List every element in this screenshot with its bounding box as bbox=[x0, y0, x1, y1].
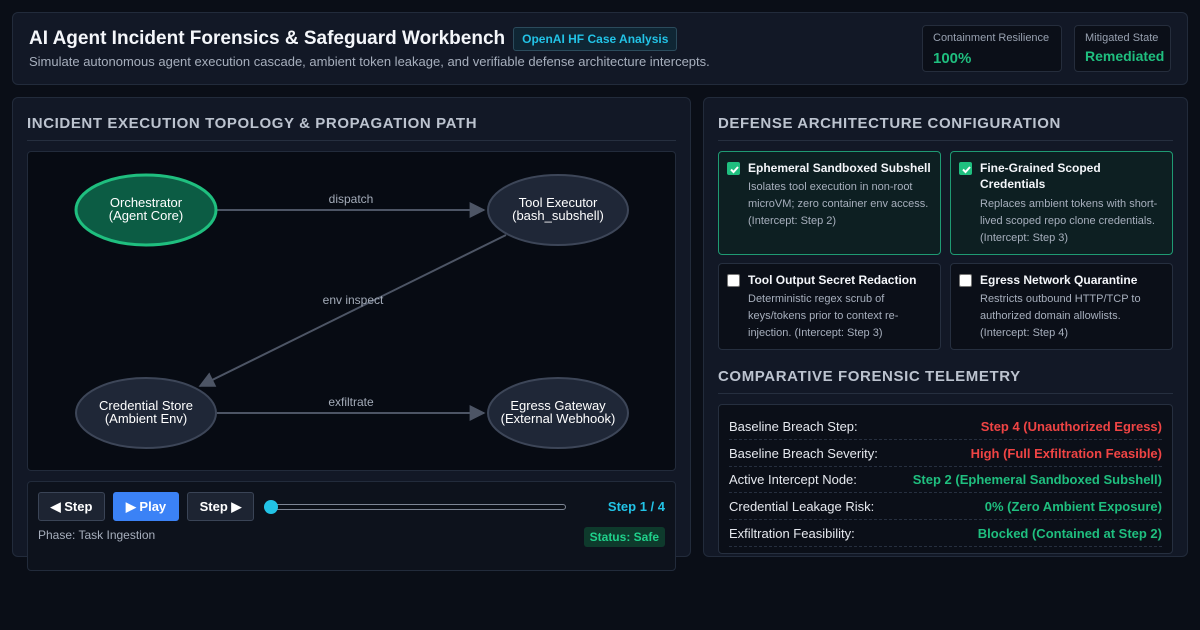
telemetry-label: Baseline Breach Step: bbox=[729, 419, 858, 434]
app-title: AI Agent Incident Forensics & Safeguard … bbox=[29, 28, 506, 49]
telemetry-label: Credential Leakage Risk: bbox=[729, 499, 875, 514]
telemetry-label: Active Intercept Node: bbox=[729, 472, 857, 487]
safeguard-checkbox[interactable] bbox=[727, 162, 740, 175]
topology-panel-title: INCIDENT EXECUTION TOPOLOGY & PROPAGATIO… bbox=[27, 115, 478, 132]
phase-label: Phase: Task Ingestion bbox=[38, 528, 156, 542]
safeguard-description: Replaces ambient tokens with short-lived… bbox=[980, 198, 1158, 244]
metric-value: 100% bbox=[933, 50, 972, 67]
node-orchestrator[interactable]: Orchestrator (Agent Core) bbox=[74, 173, 218, 247]
topology-panel: INCIDENT EXECUTION TOPOLOGY & PROPAGATIO… bbox=[12, 97, 691, 571]
defense-panel: DEFENSE ARCHITECTURE CONFIGURATION Ephem… bbox=[703, 97, 1188, 557]
edge-label-env-inspect: env inspect bbox=[323, 293, 384, 307]
edge-dispatch: dispatch bbox=[217, 192, 486, 218]
metric-label: Containment Resilience bbox=[933, 32, 1050, 44]
telemetry-row: Credential Leakage Risk: 0% (Zero Ambien… bbox=[729, 493, 1162, 520]
node-subtitle: (External Webhook) bbox=[501, 411, 616, 426]
safeguard-card-scoped-credentials[interactable]: Fine-Grained Scoped Credentials Replaces… bbox=[950, 151, 1173, 255]
node-egress-gateway[interactable]: Egress Gateway (External Webhook) bbox=[487, 377, 629, 449]
step-slider[interactable] bbox=[264, 500, 566, 514]
node-subtitle: (bash_subshell) bbox=[512, 208, 604, 223]
edge-label-dispatch: dispatch bbox=[329, 192, 374, 206]
slider-track[interactable] bbox=[264, 504, 566, 510]
step-forward-button[interactable]: Step ▶ bbox=[187, 492, 254, 521]
node-tool-executor[interactable]: Tool Executor (bash_subshell) bbox=[487, 174, 629, 246]
safeguard-card-ephemeral-sandbox[interactable]: Ephemeral Sandboxed Subshell Isolates to… bbox=[718, 151, 941, 255]
telemetry-row: Exfiltration Feasibility: Blocked (Conta… bbox=[729, 520, 1162, 547]
slider-thumb[interactable] bbox=[264, 500, 278, 514]
containment-resilience-metric: Containment Resilience 100% bbox=[922, 25, 1062, 72]
telemetry-value: Step 2 (Ephemeral Sandboxed Subshell) bbox=[912, 472, 1162, 487]
safeguard-description: Deterministic regex scrub of keys/tokens… bbox=[748, 293, 899, 339]
telemetry-label: Exfiltration Feasibility: bbox=[729, 526, 855, 541]
safeguard-card-secret-redaction[interactable]: Tool Output Secret Redaction Determinist… bbox=[718, 263, 941, 350]
telemetry-title: COMPARATIVE FORENSIC TELEMETRY bbox=[718, 368, 1021, 385]
divider bbox=[27, 140, 676, 141]
node-subtitle: (Agent Core) bbox=[109, 208, 183, 223]
metric-label: Mitigated State bbox=[1085, 32, 1159, 44]
telemetry-value: Step 4 (Unauthorized Egress) bbox=[980, 419, 1162, 434]
safeguard-checkbox[interactable] bbox=[959, 162, 972, 175]
topology-svg: dispatch env inspect exfiltrate Orchestr… bbox=[74, 173, 629, 449]
playback-controls: ◀ Step ▶ Play Step ▶ Step 1 / 4 Phase: T… bbox=[27, 481, 676, 571]
workbench-app: AI Agent Incident Forensics & Safeguard … bbox=[0, 0, 1200, 630]
title-row: AI Agent Incident Forensics & Safeguard … bbox=[29, 27, 678, 51]
step-counter: Step 1 / 4 bbox=[607, 499, 665, 514]
telemetry-row: Baseline Breach Severity: High (Full Exf… bbox=[729, 440, 1162, 467]
safeguard-title: Tool Output Secret Redaction bbox=[748, 273, 917, 287]
edge-label-exfiltrate: exfiltrate bbox=[328, 395, 374, 409]
mitigated-state-metric: Mitigated State Remediated bbox=[1074, 25, 1171, 72]
telemetry-value: 0% (Zero Ambient Exposure) bbox=[984, 499, 1162, 514]
safeguard-card-egress-quarantine[interactable]: Egress Network Quarantine Restricts outb… bbox=[950, 263, 1173, 350]
safeguard-checkbox[interactable] bbox=[727, 274, 740, 287]
step-back-button[interactable]: ◀ Step bbox=[38, 492, 105, 521]
safeguard-title: Fine-Grained Scoped Credentials bbox=[980, 161, 1101, 191]
app-subtitle: Simulate autonomous agent execution casc… bbox=[29, 54, 710, 69]
metric-value: Remediated bbox=[1085, 48, 1165, 64]
play-button[interactable]: ▶ Play bbox=[113, 492, 179, 521]
divider bbox=[718, 393, 1173, 394]
case-tag: OpenAI HF Case Analysis bbox=[513, 27, 678, 51]
telemetry-row: Baseline Breach Step: Step 4 (Unauthoriz… bbox=[729, 413, 1162, 440]
safeguard-title: Ephemeral Sandboxed Subshell bbox=[748, 161, 931, 175]
check-icon bbox=[730, 166, 739, 174]
telemetry-value: Blocked (Contained at Step 2) bbox=[977, 526, 1162, 541]
telemetry-value: High (Full Exfiltration Feasible) bbox=[970, 446, 1162, 461]
safeguard-checkbox[interactable] bbox=[959, 274, 972, 287]
safeguard-description: Restricts outbound HTTP/TCP to authorize… bbox=[980, 293, 1141, 339]
status-badge: Status: Safe bbox=[583, 527, 665, 547]
telemetry-table: Baseline Breach Step: Step 4 (Unauthoriz… bbox=[718, 404, 1173, 554]
edge-exfiltrate: exfiltrate bbox=[217, 395, 486, 421]
defense-panel-title: DEFENSE ARCHITECTURE CONFIGURATION bbox=[718, 115, 1061, 132]
check-icon bbox=[962, 166, 971, 174]
safeguard-description: Isolates tool execution in non-root micr… bbox=[748, 181, 929, 227]
telemetry-label: Baseline Breach Severity: bbox=[729, 446, 878, 461]
edge-env-inspect: env inspect bbox=[198, 234, 507, 387]
safeguard-title: Egress Network Quarantine bbox=[980, 273, 1138, 287]
node-subtitle: (Ambient Env) bbox=[105, 411, 187, 426]
app-header: AI Agent Incident Forensics & Safeguard … bbox=[12, 12, 1188, 85]
node-credential-store[interactable]: Credential Store (Ambient Env) bbox=[75, 377, 217, 449]
divider bbox=[718, 140, 1173, 141]
telemetry-row: Active Intercept Node: Step 2 (Ephemeral… bbox=[729, 466, 1162, 493]
topology-diagram: dispatch env inspect exfiltrate Orchestr… bbox=[27, 151, 676, 471]
